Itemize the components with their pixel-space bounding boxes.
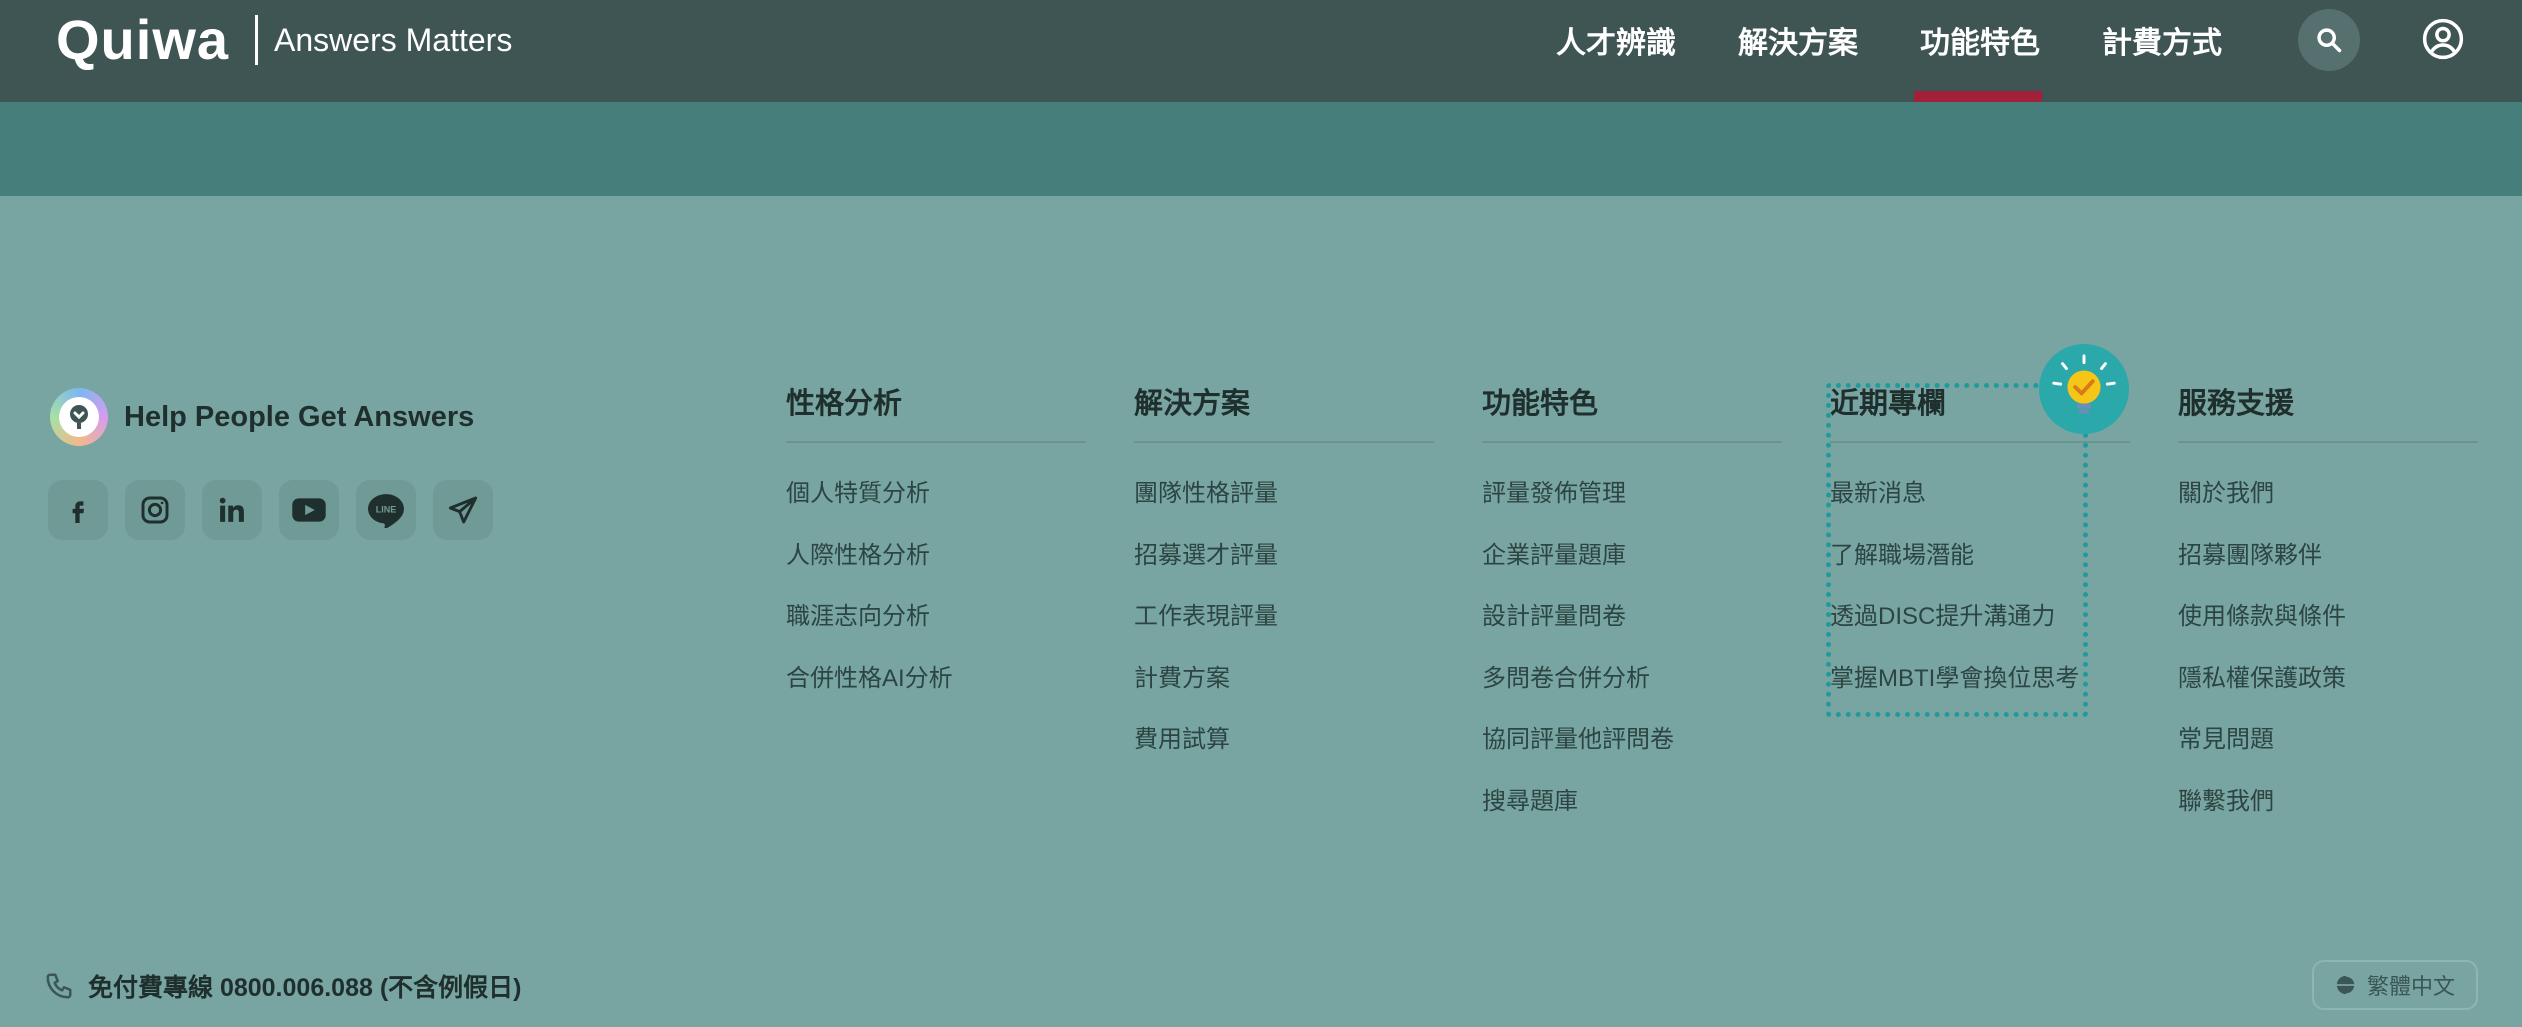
youtube-icon (292, 498, 326, 522)
column-title: 性格分析 (786, 388, 903, 420)
footer-link[interactable]: 評量發佈管理 (1482, 478, 1782, 540)
nav-item-pricing[interactable]: 計費方式 (2102, 18, 2222, 62)
phone-text: 免付費專線 0800.006.088 (不含例假日) (88, 974, 522, 1002)
lightbulb-badge (2039, 344, 2129, 434)
nav-active-indicator (1914, 91, 2042, 102)
linkedin-icon (219, 497, 244, 522)
footer-link[interactable]: 企業評量題庫 (1482, 540, 1782, 602)
column-title: 解決方案 (1134, 388, 1251, 420)
youtube-link[interactable] (279, 480, 339, 540)
logo-divider (255, 15, 259, 65)
highlight-frame (1826, 383, 2088, 717)
footer-column-personality: 性格分析 個人特質分析 人際性格分析 職涯志向分析 合併性格AI分析 (786, 386, 1086, 724)
footer-link[interactable]: 團隊性格評量 (1134, 478, 1434, 540)
footer-link[interactable]: 計費方案 (1134, 663, 1434, 725)
support-phone: 免付費專線 0800.006.088 (不含例假日) (44, 968, 521, 1004)
logo-wordmark: Quiwa (56, 8, 230, 71)
social-links: LINE (48, 480, 493, 540)
brand-slogan: Help People Get Answers (124, 400, 475, 433)
footer-link[interactable]: 費用試算 (1134, 724, 1434, 786)
column-title: 服務支援 (2178, 388, 2295, 420)
footer-link[interactable]: 搜尋題庫 (1482, 786, 1782, 848)
telegram-icon (448, 496, 478, 524)
column-divider (1134, 441, 1434, 443)
footer-link[interactable]: 職涯志向分析 (786, 601, 1086, 663)
footer-link[interactable]: 招募團隊夥伴 (2178, 540, 2478, 602)
nav-item-features[interactable]: 功能特色 (1920, 18, 2040, 62)
nav-item-talent[interactable]: 人才辨識 (1556, 18, 1676, 62)
logo-tagline: Answers Matters (274, 21, 513, 58)
search-button[interactable] (2298, 9, 2360, 71)
footer-link[interactable]: 隱私權保護政策 (2178, 663, 2478, 725)
column-title: 功能特色 (1482, 388, 1599, 420)
column-divider (786, 441, 1086, 443)
footer-link[interactable]: 設計評量問卷 (1482, 601, 1782, 663)
footer-link[interactable]: 合併性格AI分析 (786, 663, 1086, 725)
footer-link[interactable]: 協同評量他評問卷 (1482, 724, 1782, 786)
footer-link[interactable]: 關於我們 (2178, 478, 2478, 540)
footer-brand: Help People Get Answers (50, 388, 474, 446)
brand-logo-icon (50, 388, 108, 446)
footer-link[interactable]: 多問卷合併分析 (1482, 663, 1782, 725)
facebook-link[interactable] (48, 480, 108, 540)
line-icon: LINE (368, 494, 404, 528)
column-divider (2178, 441, 2478, 443)
column-divider (1482, 441, 1782, 443)
footer-link[interactable]: 聯繫我們 (2178, 786, 2478, 848)
svg-text:LINE: LINE (376, 505, 396, 515)
footer-link[interactable]: 人際性格分析 (786, 540, 1086, 602)
hero-band (0, 102, 2522, 196)
footer-column-features: 功能特色 評量發佈管理 企業評量題庫 設計評量問卷 多問卷合併分析 協同評量他評… (1482, 386, 1782, 847)
logo[interactable]: Quiwa Answers Matters (56, 10, 512, 70)
line-link[interactable]: LINE (356, 480, 416, 540)
phone-icon (46, 973, 72, 999)
footer-link[interactable]: 使用條款與條件 (2178, 601, 2478, 663)
search-icon (2317, 28, 2342, 53)
user-circle-icon (2422, 18, 2464, 60)
nav-item-solutions[interactable]: 解決方案 (1738, 18, 1858, 62)
language-selector[interactable]: 繁體中文 (2312, 960, 2478, 1010)
instagram-link[interactable] (125, 480, 185, 540)
footer-column-solutions: 解決方案 團隊性格評量 招募選才評量 工作表現評量 計費方案 費用試算 (1134, 386, 1434, 786)
language-label: 繁體中文 (2366, 974, 2455, 999)
globe-icon (2336, 974, 2357, 996)
facebook-icon (72, 501, 85, 523)
lightbulb-icon (2052, 354, 2116, 414)
footer-link[interactable]: 招募選才評量 (1134, 540, 1434, 602)
linkedin-link[interactable] (202, 480, 262, 540)
footer-link[interactable]: 常見問題 (2178, 724, 2478, 786)
instagram-icon (141, 496, 169, 524)
telegram-link[interactable] (433, 480, 493, 540)
top-navbar: Quiwa Answers Matters 人才辨識 解決方案 功能特色 計費方… (0, 0, 2522, 102)
account-button[interactable] (2421, 17, 2465, 61)
footer-link[interactable]: 工作表現評量 (1134, 601, 1434, 663)
footer-column-support: 服務支援 關於我們 招募團隊夥伴 使用條款與條件 隱私權保護政策 常見問題 聯繫… (2178, 386, 2478, 847)
footer-link[interactable]: 個人特質分析 (786, 478, 1086, 540)
